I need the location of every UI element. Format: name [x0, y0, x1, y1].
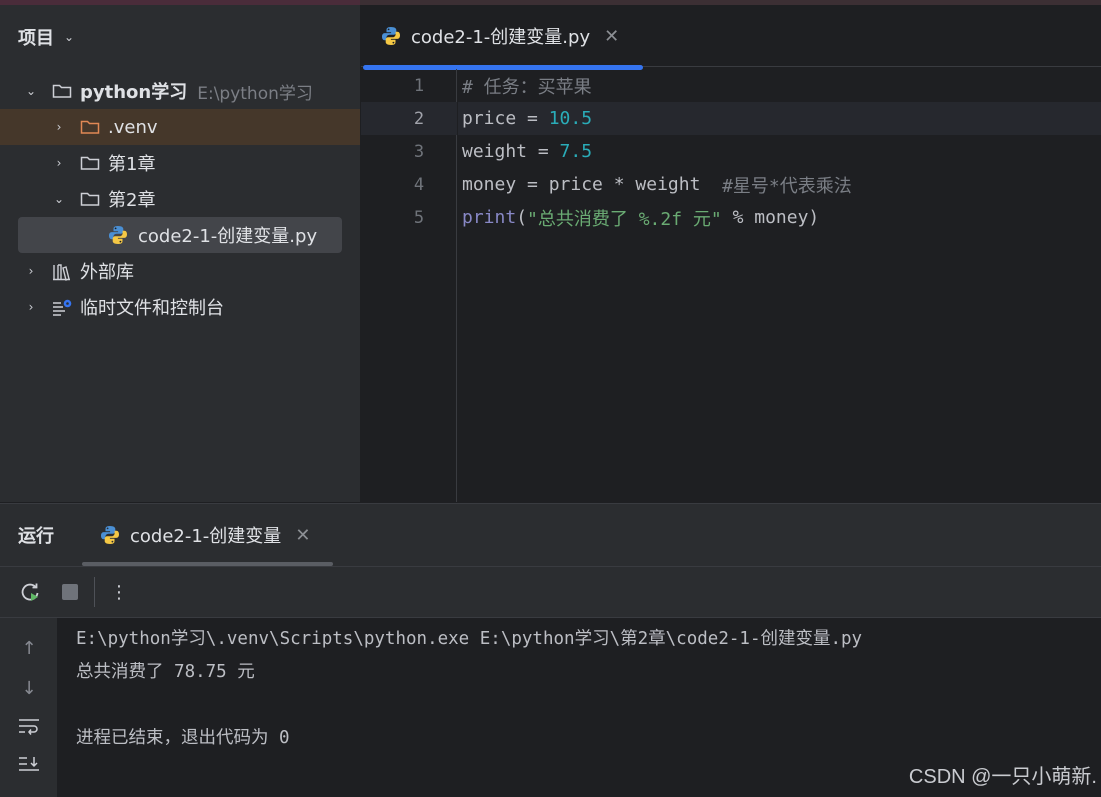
line-number-current: 2 — [361, 102, 457, 135]
code-text: weight = — [462, 141, 560, 162]
code-line[interactable]: # 任务：买苹果 — [458, 69, 1101, 102]
code-text: price = — [462, 108, 549, 129]
close-icon[interactable]: ✕ — [604, 26, 619, 47]
folder-icon — [80, 155, 100, 171]
console-line: 进程已结束，退出代码为 0 — [76, 727, 290, 748]
python-run-icon — [100, 525, 120, 545]
python-file-icon — [108, 225, 128, 245]
run-panel: 运行 code2-1-创建变量 ✕ ⋮ ↑ ↓ E:\python学习\.ven… — [0, 503, 1101, 797]
editor-tab-label: code2-1-创建变量.py — [411, 27, 591, 48]
library-icon — [52, 263, 72, 281]
chevron-down-icon[interactable]: ⌄ — [64, 30, 74, 44]
watermark: CSDN @一只小萌新. — [908, 766, 1097, 788]
line-number-gutter: 1 2 3 4 5 — [361, 69, 457, 502]
editor-tab-code2-1[interactable]: code2-1-创建变量.py ✕ — [361, 5, 644, 70]
line-number: 4 — [413, 174, 425, 195]
folder-icon — [52, 83, 72, 99]
run-toolbar: ⋮ — [0, 566, 1101, 618]
code-comment: # 任务：买苹果 — [462, 76, 592, 98]
scratches-icon — [52, 299, 72, 316]
python-file-icon — [381, 26, 401, 46]
arrow-up-icon[interactable]: ↑ — [16, 635, 42, 661]
arrow-down-icon[interactable]: ↓ — [16, 675, 42, 701]
tree-item-chapter-2[interactable]: ⌄ 第2章 — [0, 181, 360, 217]
tree-item-label: 临时文件和控制台 — [80, 298, 224, 319]
tree-item-chapter-1[interactable]: › 第1章 — [0, 145, 360, 181]
code-text: ( — [516, 207, 528, 228]
chevron-down-icon[interactable]: ⌄ — [24, 84, 38, 98]
tree-item-label: 第1章 — [108, 154, 156, 175]
chevron-right-icon[interactable]: › — [52, 120, 66, 134]
tree-item-label: code2-1-创建变量.py — [138, 226, 318, 247]
code-editor: code2-1-创建变量.py ✕ 1 2 3 4 5 # 任务：买苹果 pri… — [361, 5, 1101, 502]
chevron-right-icon[interactable]: › — [24, 300, 38, 314]
project-panel: 项目 ⌄ ⌄ python学习 E:\python学习 › .venv › 第1… — [0, 5, 360, 502]
console-side-toolbar: ↑ ↓ — [0, 618, 57, 797]
toolbar-divider — [94, 577, 95, 607]
folder-excluded-icon — [80, 119, 100, 135]
code-comment: #星号*代表乘法 — [722, 175, 852, 197]
code-line-current[interactable]: price = 10.5 — [458, 102, 1101, 135]
chevron-right-icon[interactable]: › — [52, 156, 66, 170]
line-number: 5 — [413, 207, 425, 228]
scroll-to-end-icon[interactable] — [16, 751, 42, 777]
code-line[interactable]: print("总共消费了 %.2f 元" % money) — [458, 201, 1101, 234]
chevron-down-icon[interactable]: ⌄ — [52, 192, 66, 206]
run-panel-header: 运行 code2-1-创建变量 ✕ — [0, 504, 1101, 566]
tree-item-external-libraries[interactable]: › 外部库 — [0, 253, 360, 289]
run-tab-code2-1[interactable]: code2-1-创建变量 ✕ — [82, 504, 333, 566]
tree-item-label: 第2章 — [108, 190, 156, 211]
code-text: money = price * weight — [462, 174, 723, 195]
code-number: 7.5 — [559, 141, 593, 162]
code-area[interactable]: # 任务：买苹果 price = 10.5 weight = 7.5 money… — [458, 69, 1101, 502]
editor-tab-bar: code2-1-创建变量.py ✕ — [361, 5, 1101, 70]
code-builtin: print — [462, 207, 517, 228]
tree-item-file-code2-1[interactable]: code2-1-创建变量.py — [0, 217, 360, 253]
chevron-right-icon[interactable]: › — [24, 264, 38, 278]
code-string: "总共消费了 %.2f 元" — [527, 208, 722, 230]
code-line[interactable]: money = price * weight #星号*代表乘法 — [458, 168, 1101, 201]
project-panel-title: 项目 — [18, 28, 54, 49]
tree-item-label: 外部库 — [80, 262, 134, 283]
line-number: 1 — [413, 75, 425, 96]
code-number: 10.5 — [548, 108, 593, 129]
tree-item-venv[interactable]: › .venv — [0, 109, 360, 145]
stop-icon[interactable] — [58, 580, 82, 604]
soft-wrap-icon[interactable] — [16, 713, 42, 739]
code-line[interactable]: weight = 7.5 — [458, 135, 1101, 168]
tree-item-scratches-consoles[interactable]: › 临时文件和控制台 — [0, 289, 360, 325]
run-tab-label: code2-1-创建变量 — [130, 526, 282, 547]
tree-item-path-hint: E:\python学习 — [197, 83, 313, 104]
rerun-icon[interactable] — [18, 580, 42, 604]
tree-item-label: python学习 — [80, 82, 188, 103]
tree-item-python-root[interactable]: ⌄ python学习 E:\python学习 — [0, 73, 360, 109]
close-icon[interactable]: ✕ — [295, 525, 310, 546]
code-text: % money) — [721, 207, 820, 228]
folder-icon — [80, 191, 100, 207]
more-options-icon[interactable]: ⋮ — [107, 580, 131, 604]
run-panel-title: 运行 — [18, 526, 54, 547]
line-number: 3 — [413, 141, 425, 162]
console-line: 总共消费了 78.75 元 — [76, 661, 255, 682]
project-panel-header[interactable]: 项目 ⌄ — [18, 23, 74, 51]
console-line: E:\python学习\.venv\Scripts\python.exe E:\… — [76, 628, 863, 649]
tree-item-label: .venv — [108, 116, 158, 138]
